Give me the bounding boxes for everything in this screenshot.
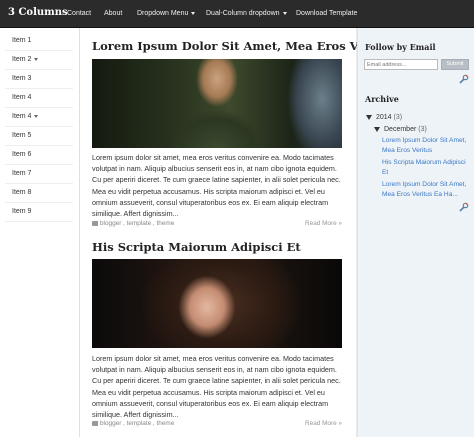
wrench-icon[interactable] bbox=[459, 202, 469, 212]
post-title[interactable]: His Scripta Maiorum Adipisci Et bbox=[92, 240, 301, 254]
post-meta: blogger , template , theme Read More » bbox=[92, 420, 342, 427]
archive-title: Archive bbox=[365, 94, 399, 104]
sidebar-item-4-dropdown[interactable]: Item 4 bbox=[5, 108, 73, 127]
site-brand[interactable]: 3 Columns bbox=[8, 7, 68, 18]
nav-item-about[interactable]: About bbox=[104, 10, 122, 17]
top-navbar: 3 Columns Contact About Dropdown Menu Du… bbox=[0, 0, 474, 28]
archive-year-label: 2014 bbox=[376, 114, 392, 121]
post-excerpt: Lorem ipsum dolor sit amet, mea eros ver… bbox=[92, 354, 341, 420]
post-image[interactable] bbox=[92, 259, 342, 348]
nav-item-dropdown-menu-label: Dropdown Menu bbox=[137, 10, 189, 17]
wrench-icon[interactable] bbox=[459, 74, 469, 84]
archive-year-count: (3) bbox=[393, 114, 403, 121]
sidebar-item-4[interactable]: Item 4 bbox=[5, 89, 73, 108]
chevron-down-icon bbox=[34, 114, 39, 118]
archive-post-link[interactable]: Lorem Ipsum Dolor Sit Amet, Mea Eros Ver… bbox=[382, 180, 470, 199]
read-more-link[interactable]: Read More » bbox=[305, 420, 342, 427]
post-image[interactable] bbox=[92, 59, 342, 148]
triangle-down-icon bbox=[366, 114, 372, 120]
post-meta: blogger , template , theme Read More » bbox=[92, 220, 342, 227]
sidebar-item-label: Item 8 bbox=[12, 189, 32, 196]
triangle-down-icon bbox=[374, 126, 380, 132]
nav-item-dual-column-label: Dual-Column dropdown bbox=[206, 10, 280, 17]
archive-month-count: (3) bbox=[418, 126, 427, 133]
chevron-down-icon bbox=[282, 11, 287, 15]
sidebar-item-3[interactable]: Item 3 bbox=[5, 70, 73, 89]
post-excerpt: Lorem ipsum dolor sit amet, mea eros ver… bbox=[92, 153, 341, 219]
post-tags[interactable]: blogger , template , theme bbox=[100, 220, 174, 227]
post-tags[interactable]: blogger , template , theme bbox=[100, 420, 174, 427]
archive-year[interactable]: 2014 (3) bbox=[366, 114, 402, 121]
sidebar-item-6[interactable]: Item 6 bbox=[5, 146, 73, 165]
nav-item-dropdown-menu[interactable]: Dropdown Menu bbox=[137, 10, 196, 17]
sidebar-item-label: Item 2 bbox=[12, 56, 32, 63]
nav-item-dual-column-dropdown[interactable]: Dual-Column dropdown bbox=[206, 10, 287, 17]
nav-item-contact[interactable]: Contact bbox=[67, 10, 91, 17]
sidebar-item-label: Item 3 bbox=[12, 75, 32, 82]
sidebar-item-label: Item 7 bbox=[12, 170, 32, 177]
sidebar-item-5[interactable]: Item 5 bbox=[5, 127, 73, 146]
chevron-down-icon bbox=[191, 11, 196, 15]
sidebar-item-label: Item 5 bbox=[12, 132, 32, 139]
sidebar-item-2[interactable]: Item 2 bbox=[5, 51, 73, 70]
archive-post-link[interactable]: Lorem Ipsum Dolor Sit Amet, Mea Eros Ver… bbox=[382, 136, 470, 155]
archive-month-label: December bbox=[384, 126, 417, 133]
left-sidebar: Item 1 Item 2 Item 3 Item 4 Item 4 Item … bbox=[0, 28, 80, 437]
archive-post-link[interactable]: His Scripta Maiorum Adipisci Et bbox=[382, 158, 470, 177]
sidebar-item-label: Item 6 bbox=[12, 151, 32, 158]
tag-icon bbox=[92, 220, 98, 226]
sidebar-item-label: Item 9 bbox=[12, 208, 32, 215]
post-title[interactable]: Lorem Ipsum Dolor Sit Amet, Mea Eros Ver… bbox=[92, 39, 395, 53]
email-field[interactable] bbox=[364, 59, 438, 70]
tag-icon bbox=[92, 420, 98, 426]
right-sidebar: Follow by Email Submit Archive 2014 (3) … bbox=[357, 28, 474, 437]
sidebar-item-label: Item 4 bbox=[12, 94, 32, 101]
sidebar-item-1[interactable]: Item 1 bbox=[5, 32, 73, 51]
sidebar-item-9[interactable]: Item 9 bbox=[5, 203, 73, 222]
sidebar-item-7[interactable]: Item 7 bbox=[5, 165, 73, 184]
sidebar-item-8[interactable]: Item 8 bbox=[5, 184, 73, 203]
archive-month[interactable]: December (3) bbox=[374, 126, 427, 133]
read-more-link[interactable]: Read More » bbox=[305, 220, 342, 227]
submit-button[interactable]: Submit bbox=[441, 59, 469, 70]
nav-item-download-template[interactable]: Download Template bbox=[296, 10, 357, 17]
chevron-down-icon bbox=[34, 57, 39, 61]
sidebar-item-label: Item 1 bbox=[12, 37, 32, 44]
sidebar-item-label: Item 4 bbox=[12, 113, 32, 120]
main-content: Lorem Ipsum Dolor Sit Amet, Mea Eros Ver… bbox=[80, 28, 395, 437]
follow-by-email-title: Follow by Email bbox=[365, 42, 436, 52]
